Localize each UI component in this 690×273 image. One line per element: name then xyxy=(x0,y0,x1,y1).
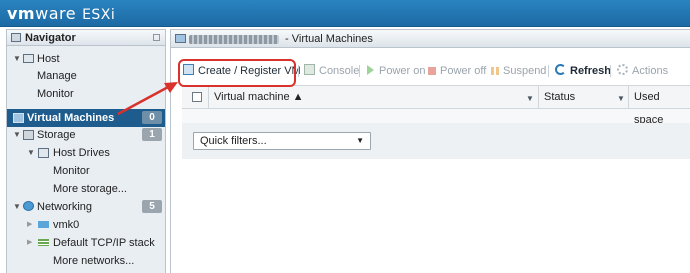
host-icon xyxy=(23,54,34,63)
vm-icon xyxy=(13,113,24,123)
vm-count-badge: 0 xyxy=(142,111,162,124)
navigator-title: Navigator xyxy=(25,32,76,44)
redacted-hostname xyxy=(189,34,279,44)
play-icon xyxy=(367,65,374,75)
nic-icon xyxy=(38,221,49,228)
refresh-button[interactable]: Refresh xyxy=(555,62,611,80)
console-icon xyxy=(304,64,315,75)
minimize-icon[interactable] xyxy=(153,34,160,41)
nav-item-more-networks[interactable]: More networks... xyxy=(7,252,165,270)
chevron-down-icon: ▼ xyxy=(356,136,364,145)
vm-icon xyxy=(175,34,186,43)
caret-down-icon[interactable]: ▼ xyxy=(13,198,21,216)
nav-item-host-monitor[interactable]: Monitor xyxy=(7,85,165,103)
host-drives-icon xyxy=(38,148,49,158)
breadcrumb: - Virtual Machines xyxy=(171,30,690,48)
networking-count-badge: 5 xyxy=(142,200,162,213)
vm-table: Virtual machine ▲ ▼ Status ▼ Used space xyxy=(182,85,690,127)
gear-icon xyxy=(617,64,628,75)
navigator-panel: Navigator ▼ Host Manage Monitor Virtual … xyxy=(6,29,166,273)
caret-down-icon[interactable]: ▼ xyxy=(27,144,35,162)
table-header: Virtual machine ▲ ▼ Status ▼ Used space xyxy=(182,85,690,126)
nav-item-tcpip-stack[interactable]: ▶ Default TCP/IP stack xyxy=(7,234,165,252)
caret-down-icon[interactable]: ▼ xyxy=(13,126,21,144)
nav-item-host-drives[interactable]: ▼ Host Drives xyxy=(7,144,165,162)
caret-right-icon[interactable]: ▶ xyxy=(27,234,32,252)
nav-item-virtual-machines[interactable]: Virtual Machines 0 xyxy=(7,109,165,127)
chevron-down-icon[interactable]: ▼ xyxy=(526,94,534,103)
caret-down-icon[interactable]: ▼ xyxy=(13,50,21,68)
power-on-button[interactable]: Power on xyxy=(367,62,425,80)
nav-item-manage[interactable]: Manage xyxy=(7,67,165,85)
storage-count-badge: 1 xyxy=(142,128,162,141)
nav-item-networking[interactable]: ▼ Networking 5 xyxy=(7,198,165,216)
chevron-down-icon[interactable]: ▼ xyxy=(617,94,625,103)
nav-item-vmk0[interactable]: ▶ vmk0 xyxy=(7,216,165,234)
network-globe-icon xyxy=(23,201,34,211)
refresh-icon xyxy=(555,64,566,75)
nav-item-host[interactable]: ▼ Host xyxy=(7,50,165,68)
column-virtual-machine[interactable]: Virtual machine ▲ xyxy=(214,86,304,109)
power-off-button[interactable]: Power off xyxy=(428,62,486,80)
create-register-highlight xyxy=(178,59,296,87)
vmware-esxi-logo: vmware ESXi xyxy=(7,4,116,23)
nav-item-storage[interactable]: ▼ Storage 1 xyxy=(7,126,165,144)
storage-icon xyxy=(23,130,34,140)
tcpip-stack-icon xyxy=(38,239,49,246)
caret-right-icon[interactable]: ▶ xyxy=(27,216,32,234)
console-button[interactable]: Console xyxy=(304,62,359,80)
column-status[interactable]: Status xyxy=(544,86,575,109)
select-all-checkbox[interactable] xyxy=(192,92,202,102)
pause-icon xyxy=(491,67,499,75)
navigator-icon xyxy=(11,33,21,42)
nav-item-drives-monitor[interactable]: Monitor xyxy=(7,162,165,180)
quick-filters-select[interactable]: Quick filters... ▼ xyxy=(193,132,371,150)
stop-icon xyxy=(428,67,436,75)
column-used-space[interactable]: Used space xyxy=(634,86,690,126)
page-title: - Virtual Machines xyxy=(282,33,373,45)
actions-button[interactable]: Actions xyxy=(617,62,668,80)
navigator-header: Navigator xyxy=(7,30,165,46)
top-header: vmware ESXi xyxy=(0,0,690,27)
suspend-button[interactable]: Suspend xyxy=(491,62,546,80)
nav-item-more-storage[interactable]: More storage... xyxy=(7,180,165,198)
